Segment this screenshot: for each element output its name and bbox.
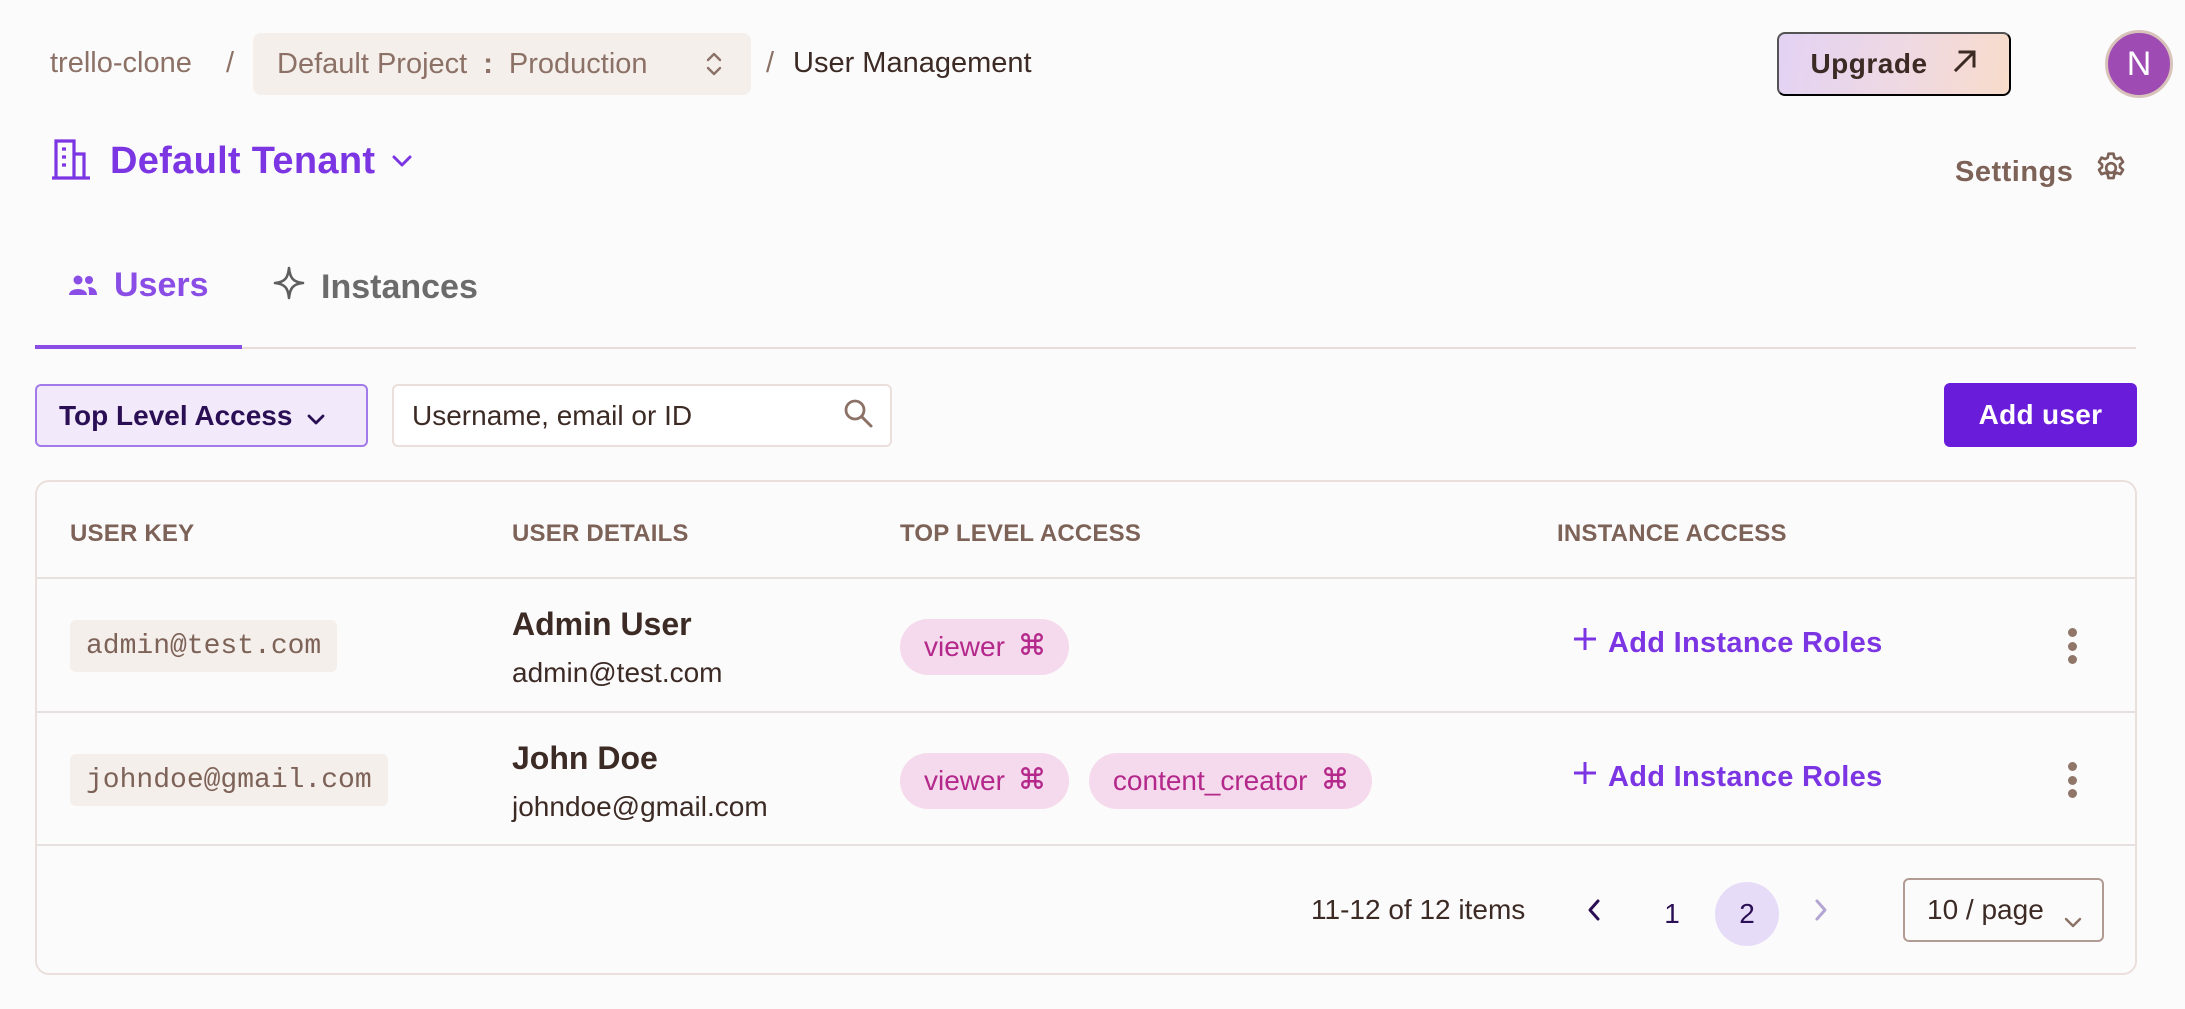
column-header-instance-access: INSTANCE ACCESS — [1557, 520, 1787, 547]
environment-name: Production — [508, 47, 648, 80]
plus-icon — [1572, 626, 1598, 660]
user-avatar[interactable]: N — [2105, 30, 2173, 98]
breadcrumb-separator: / — [226, 47, 235, 79]
user-name: John Doe — [512, 740, 658, 776]
users-icon — [68, 266, 98, 305]
tab-users-label: Users — [114, 266, 209, 304]
avatar-initial: N — [2126, 44, 2152, 83]
role-badge[interactable]: viewer — [900, 753, 1069, 809]
project-name: Default Project — [277, 47, 468, 80]
users-table: USER KEY USER DETAILS TOP LEVEL ACCESS I… — [35, 480, 2137, 975]
table-row: admin@test.com Admin User admin@test.com… — [37, 579, 2135, 711]
plus-icon — [1572, 760, 1598, 794]
user-key: johndoe@gmail.com — [70, 754, 388, 806]
user-email: johndoe@gmail.com — [512, 791, 768, 822]
pagination: 11-12 of 12 items 1 2 10 / page — [37, 844, 2135, 973]
chevron-down-icon — [391, 154, 413, 173]
filter-label: Top Level Access — [59, 399, 293, 431]
breadcrumb-org-link[interactable]: trello-clone — [50, 47, 192, 80]
gear-icon — [2093, 150, 2129, 194]
upgrade-label: Upgrade — [1810, 48, 1928, 79]
settings-button[interactable]: Settings — [1955, 150, 2129, 194]
search-input[interactable] — [412, 399, 842, 432]
settings-label: Settings — [1955, 155, 2074, 188]
role-label: content_creator — [1112, 765, 1308, 796]
role-badge[interactable]: content_creator — [1088, 753, 1372, 809]
row-actions-menu-icon[interactable] — [2062, 759, 2082, 801]
tab-instances[interactable]: Instances — [273, 266, 478, 309]
tab-instances-label: Instances — [321, 268, 478, 306]
active-tab-indicator — [35, 345, 242, 349]
user-name: Admin User — [512, 606, 692, 642]
page-1-button[interactable]: 1 — [1640, 882, 1704, 946]
tab-users[interactable]: Users — [68, 266, 209, 305]
add-instance-roles-label: Add Instance Roles — [1608, 626, 1883, 659]
chevron-up-down-icon — [703, 49, 725, 87]
column-header-top-level-access: TOP LEVEL ACCESS — [900, 520, 1142, 547]
role-label: viewer — [924, 631, 1005, 662]
tabs-divider — [35, 347, 2136, 349]
user-key: admin@test.com — [70, 620, 338, 672]
top-level-roles: viewer content_creator — [900, 753, 1372, 809]
upgrade-button[interactable]: Upgrade — [1777, 32, 2011, 96]
user-email: admin@test.com — [512, 657, 723, 688]
breadcrumb-current-page: User Management — [793, 47, 1032, 79]
chevron-right-icon[interactable] — [1812, 896, 1830, 929]
top-level-roles: viewer — [900, 619, 1069, 675]
arrow-up-right-icon — [1952, 48, 1978, 81]
breadcrumb-separator: / — [766, 47, 775, 79]
add-instance-roles-button[interactable]: Add Instance Roles — [1572, 760, 1883, 794]
project-env-separator: : — [483, 47, 493, 80]
table-row: johndoe@gmail.com John Doe johndoe@gmail… — [37, 713, 2135, 845]
building-icon — [48, 138, 94, 185]
add-user-button[interactable]: Add user — [1944, 383, 2137, 447]
pagination-summary: 11-12 of 12 items — [1311, 894, 1526, 925]
command-icon — [1322, 765, 1348, 798]
project-environment-switcher[interactable]: Default Project : Production — [253, 33, 751, 95]
page-size-value: 10 / page — [1927, 894, 2044, 925]
access-filter-dropdown[interactable]: Top Level Access — [35, 384, 368, 447]
chevron-left-icon[interactable] — [1585, 896, 1603, 929]
column-header-user-details: USER DETAILS — [512, 520, 689, 547]
role-badge[interactable]: viewer — [900, 619, 1069, 675]
command-icon — [1019, 631, 1045, 664]
page-size-select[interactable]: 10 / page — [1903, 878, 2104, 942]
sparkle-icon — [273, 266, 305, 309]
command-icon — [1019, 765, 1045, 798]
add-instance-roles-button[interactable]: Add Instance Roles — [1572, 626, 1883, 660]
tenant-selector[interactable]: Default Tenant — [48, 138, 413, 185]
tenant-name: Default Tenant — [110, 140, 376, 182]
search-icon[interactable] — [842, 397, 874, 434]
page-2-button[interactable]: 2 — [1715, 882, 1779, 946]
row-actions-menu-icon[interactable] — [2062, 625, 2082, 667]
search-field[interactable] — [392, 384, 892, 447]
chevron-down-icon — [306, 401, 326, 433]
add-instance-roles-label: Add Instance Roles — [1608, 760, 1883, 793]
role-label: viewer — [924, 765, 1005, 796]
chevron-down-icon — [2064, 904, 2082, 936]
column-header-user-key: USER KEY — [70, 520, 195, 547]
